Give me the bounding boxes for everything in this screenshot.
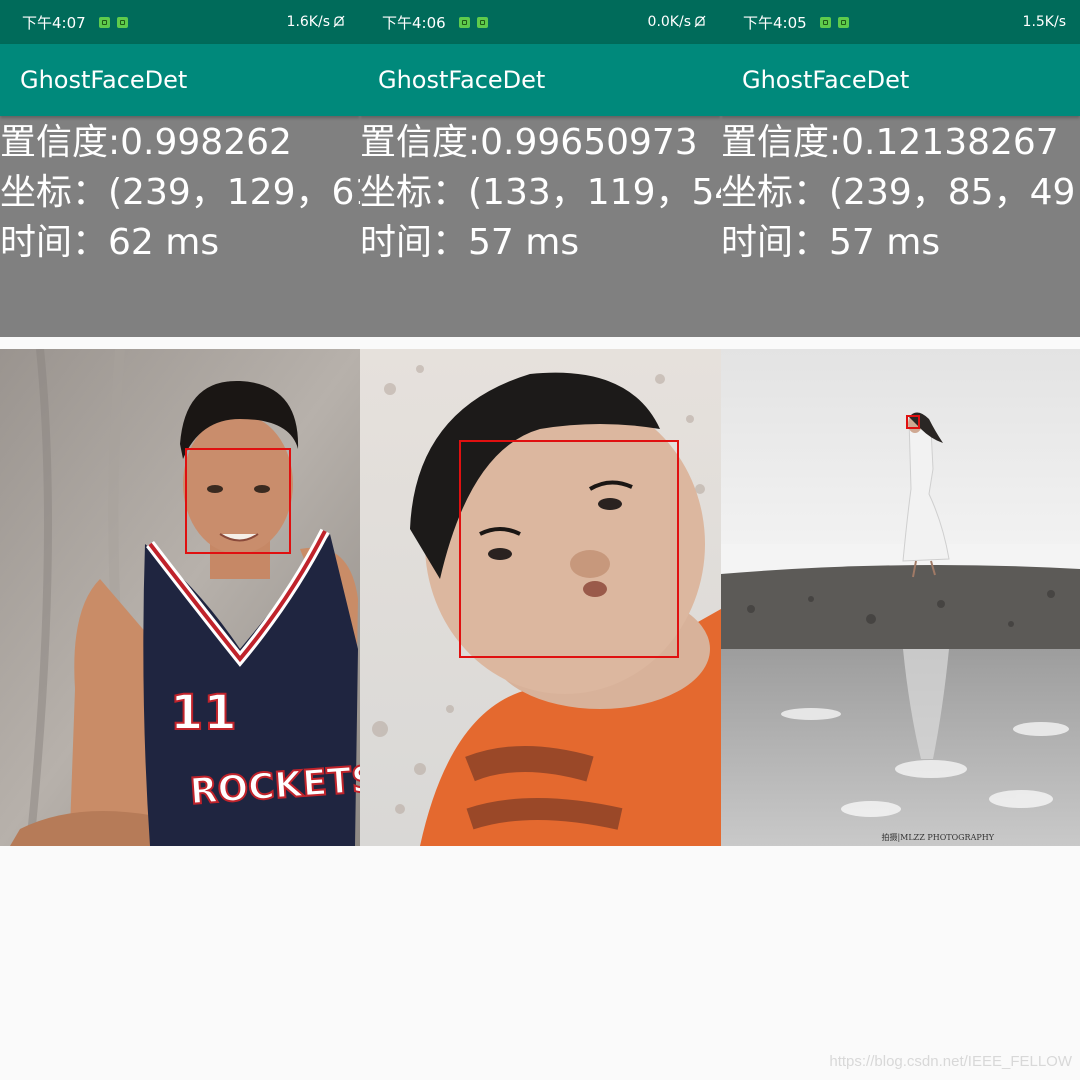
confidence-text: 置信度:0.12138267 bbox=[721, 122, 1059, 163]
status-bar: 下午4:07 1.6K/s bbox=[0, 0, 360, 44]
status-time: 下午4:05 bbox=[743, 13, 807, 32]
bell-off-icon bbox=[693, 15, 707, 29]
face-bounding-box bbox=[185, 448, 291, 554]
detection-info: 置信度:0.998262 坐标：(239，129，61 时间：62 ms bbox=[0, 116, 360, 337]
detection-image: 拍摄|MLZZ PHOTOGRAPHY bbox=[721, 349, 1080, 846]
status-time: 下午4:07 bbox=[22, 13, 86, 32]
detection-image: 11 ROCKETS bbox=[0, 349, 360, 846]
app-bar: GhostFaceDet bbox=[0, 44, 360, 116]
app-bar: GhostFaceDet bbox=[721, 44, 1080, 116]
detection-image bbox=[360, 349, 721, 846]
status-time: 下午4:06 bbox=[382, 13, 446, 32]
time-text: 时间：57 ms bbox=[721, 222, 941, 263]
face-bounding-box bbox=[906, 415, 920, 429]
coordinates-text: 坐标：(133，119，54 bbox=[360, 172, 721, 213]
player-photo-icon: 11 ROCKETS bbox=[0, 349, 360, 846]
confidence-text: 置信度:0.99650973 bbox=[360, 122, 698, 163]
detection-info: 置信度:0.99650973 坐标：(133，119，54 时间：57 ms bbox=[360, 116, 721, 337]
notification-icon bbox=[819, 16, 831, 28]
notification-icon bbox=[458, 16, 470, 28]
coordinates-text: 坐标：(239，85，49 bbox=[721, 172, 1076, 213]
app-title: GhostFaceDet bbox=[378, 66, 546, 94]
bell-off-icon bbox=[332, 15, 346, 29]
phone-screen-2: 下午4:06 0.0K/s GhostFaceDet 置信度:0.9965097… bbox=[360, 0, 721, 846]
time-text: 时间：62 ms bbox=[0, 222, 220, 263]
network-speed: 0.0K/s bbox=[647, 14, 691, 30]
notification-icon bbox=[98, 16, 110, 28]
app-bar: GhostFaceDet bbox=[360, 44, 721, 116]
status-bar: 下午4:06 0.0K/s bbox=[360, 0, 721, 44]
notification-icon bbox=[837, 16, 849, 28]
svg-text:11: 11 bbox=[170, 685, 237, 741]
watermark: https://blog.csdn.net/IEEE_FELLOW bbox=[829, 1053, 1072, 1070]
confidence-text: 置信度:0.998262 bbox=[0, 122, 292, 163]
app-title: GhostFaceDet bbox=[20, 66, 188, 94]
photo-credit: 拍摄|MLZZ PHOTOGRAPHY bbox=[881, 833, 994, 842]
beach-photo-icon bbox=[721, 349, 1080, 846]
notification-icon bbox=[116, 16, 128, 28]
status-bar: 下午4:05 1.5K/s bbox=[721, 0, 1080, 44]
face-bounding-box bbox=[459, 440, 679, 658]
detection-info: 置信度:0.12138267 坐标：(239，85，49 时间：57 ms bbox=[721, 116, 1080, 337]
screenshot-collage: 下午4:07 1.6K/s GhostFaceDet 置信度:0.998262 … bbox=[0, 0, 1080, 846]
coordinates-text: 坐标：(239，129，61 bbox=[0, 172, 360, 213]
network-speed: 1.5K/s bbox=[1022, 14, 1066, 30]
time-text: 时间：57 ms bbox=[360, 222, 580, 263]
network-speed: 1.6K/s bbox=[286, 14, 330, 30]
phone-screen-1: 下午4:07 1.6K/s GhostFaceDet 置信度:0.998262 … bbox=[0, 0, 360, 846]
phone-screen-3: 下午4:05 1.5K/s GhostFaceDet 置信度:0.1213826… bbox=[721, 0, 1080, 846]
notification-icon bbox=[476, 16, 488, 28]
app-title: GhostFaceDet bbox=[742, 66, 910, 94]
